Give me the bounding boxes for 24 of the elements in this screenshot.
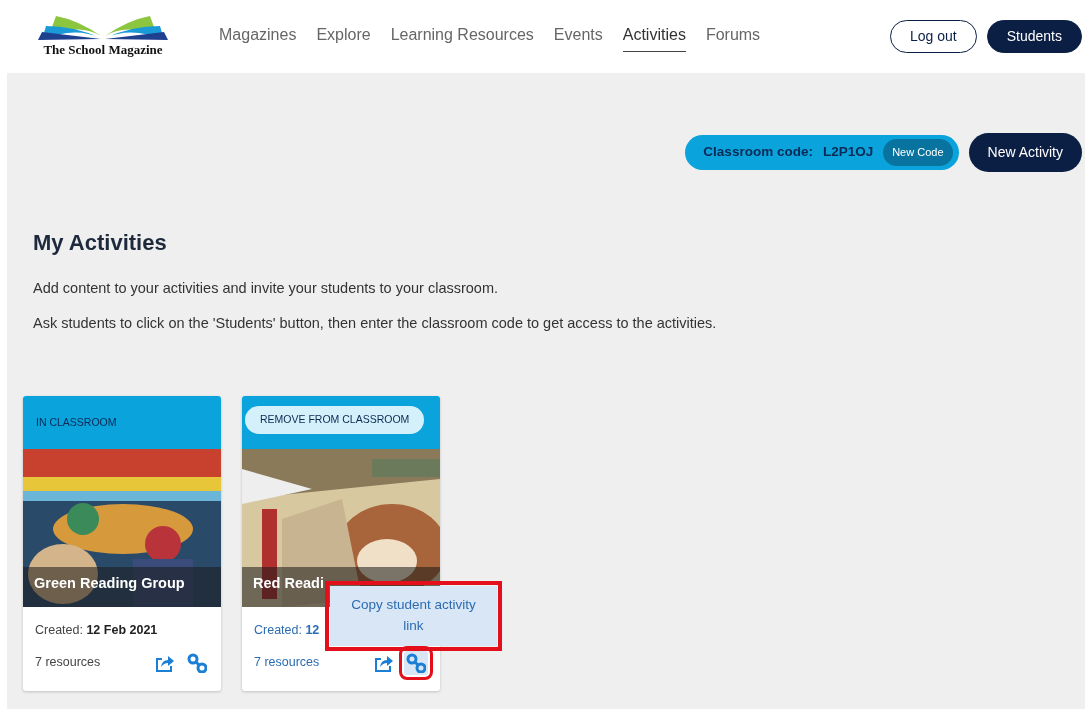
nav-link[interactable]: Activities xyxy=(622,21,686,52)
resource-count: 7 resources xyxy=(35,654,101,672)
card-title: Green Reading Group xyxy=(34,574,185,594)
resource-count: 7 resources xyxy=(254,654,320,672)
created-date: Created: 12 xyxy=(254,621,320,639)
description-text: Ask students to click on the 'Students' button, then enter the classroom code to get access to the activities. xyxy=(33,314,718,334)
nav-link[interactable]: Forums xyxy=(705,21,761,52)
page-heading: My Activities xyxy=(33,230,168,257)
students-button[interactable]: Students xyxy=(986,20,1082,53)
description-text: Add content to your activities and invite your students to your classroom. xyxy=(33,279,500,299)
new-activity-button[interactable]: New Activity xyxy=(968,133,1082,172)
new-code-button[interactable]: New Code xyxy=(883,139,953,166)
classroom-code: L2P1OJ xyxy=(822,143,874,162)
card-title: Red Readi xyxy=(253,574,324,594)
status-label: IN CLASSROOM xyxy=(35,414,118,430)
nav-link[interactable]: Explore xyxy=(316,21,371,52)
nav-link[interactable]: Magazines xyxy=(219,21,297,52)
nav-link[interactable]: Events xyxy=(553,21,603,52)
nav-link[interactable]: Learning Resources xyxy=(390,21,534,52)
remove-from-classroom-button[interactable]: REMOVE FROM CLASSROOM xyxy=(245,405,425,434)
classroom-code-label: Classroom code: xyxy=(703,143,813,162)
created-date: Created: 12 Feb 2021 xyxy=(35,621,158,639)
logout-button[interactable]: Log out xyxy=(890,20,977,53)
logo-link[interactable]: The School Magazine xyxy=(33,13,173,60)
